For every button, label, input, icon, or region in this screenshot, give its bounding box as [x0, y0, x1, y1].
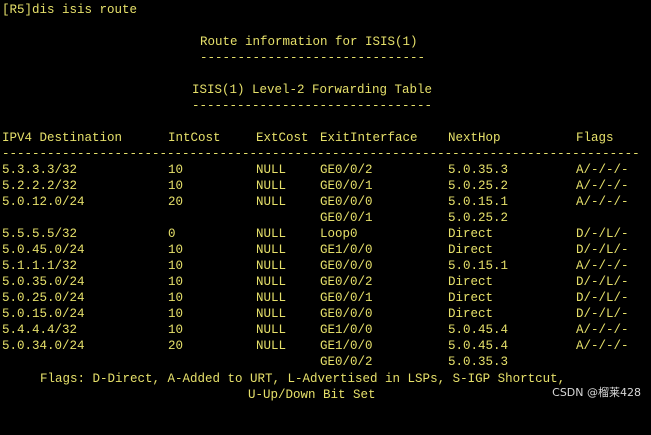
cell-nexthop: 5.0.35.3 — [448, 163, 509, 177]
header-nexthop: NextHop — [448, 131, 501, 145]
cell-intcost: 10 — [168, 243, 184, 257]
cell-flags: A/-/-/- — [576, 339, 629, 353]
cell-nexthop: Direct — [448, 275, 494, 289]
cell-extcost: NULL — [256, 291, 287, 305]
cell-intcost: 10 — [168, 259, 184, 273]
header-intcost: IntCost — [168, 131, 221, 145]
cell-destination: 5.0.12.0/24 — [2, 195, 85, 209]
cell-flags: A/-/-/- — [576, 163, 629, 177]
cell-intcost: 10 — [168, 179, 184, 193]
cell-nexthop: 5.0.35.3 — [448, 355, 509, 369]
cell-exitinterface: GE0/0/2 — [320, 355, 373, 369]
header-extcost: ExtCost — [256, 131, 309, 145]
legend-line-2: U-Up/Down Bit Set — [0, 387, 376, 403]
forwarding-table-title: ISIS(1) Level-2 Forwarding Table — [192, 83, 433, 97]
cell-destination: 5.0.35.0/24 — [2, 275, 85, 289]
cell-exitinterface: GE0/0/1 — [320, 291, 373, 305]
terminal-window[interactable]: [R5]dis isis route Route information for… — [0, 0, 651, 408]
cell-destination: 5.0.25.0/24 — [2, 291, 85, 305]
cell-destination: 5.1.1.1/32 — [2, 259, 78, 273]
flags-legend-2: U-Up/Down Bit Set — [248, 388, 376, 402]
prompt-command: [R5]dis isis route — [2, 3, 138, 17]
cell-nexthop: 5.0.45.4 — [448, 323, 509, 337]
flags-legend-1: Flags: D-Direct, A-Added to URT, L-Adver… — [40, 372, 566, 386]
header-flags: Flags — [576, 131, 614, 145]
cell-intcost: 20 — [168, 339, 184, 353]
cell-extcost: NULL — [256, 259, 287, 273]
cell-intcost: 10 — [168, 163, 184, 177]
header-exitinterface: ExitInterface — [320, 131, 418, 145]
cell-exitinterface: GE0/0/0 — [320, 307, 373, 321]
cell-nexthop: 5.0.15.1 — [448, 195, 509, 209]
cell-intcost: 20 — [168, 195, 184, 209]
cell-exitinterface: GE0/0/1 — [320, 179, 373, 193]
cell-flags: D/-/L/- — [576, 307, 629, 321]
cell-exitinterface: GE1/0/0 — [320, 323, 373, 337]
cell-exitinterface: GE0/0/2 — [320, 275, 373, 289]
cell-extcost: NULL — [256, 179, 287, 193]
output-title-rule: ------------------------------ — [0, 50, 425, 66]
cell-extcost: NULL — [256, 339, 287, 353]
subtitle-rule: -------------------------------- — [192, 99, 433, 113]
cell-destination: 5.0.34.0/24 — [2, 339, 85, 353]
cell-intcost: 10 — [168, 323, 184, 337]
cell-destination: 5.4.4.4/32 — [2, 323, 78, 337]
cell-nexthop: 5.0.25.2 — [448, 211, 509, 225]
cell-intcost: 0 — [168, 227, 176, 241]
cell-nexthop: Direct — [448, 307, 494, 321]
cell-flags: A/-/-/- — [576, 195, 629, 209]
cell-exitinterface: GE0/0/0 — [320, 195, 373, 209]
output-title: Route information for ISIS(1) — [0, 34, 418, 50]
cell-extcost: NULL — [256, 275, 287, 289]
cell-nexthop: Direct — [448, 243, 494, 257]
cell-flags: A/-/-/- — [576, 179, 629, 193]
cell-intcost: 10 — [168, 307, 184, 321]
cell-extcost: NULL — [256, 323, 287, 337]
output-subtitle-rule: -------------------------------- — [0, 98, 432, 114]
cell-extcost: NULL — [256, 163, 287, 177]
header-rule-line: ----------------------------------------… — [0, 146, 640, 162]
cell-exitinterface: Loop0 — [320, 227, 358, 241]
table-header: IPV4 Destination IntCost ExtCost ExitInt… — [0, 130, 614, 146]
cell-nexthop: 5.0.25.2 — [448, 179, 509, 193]
csdn-watermark: CSDN @榴莱428 — [552, 386, 641, 399]
cell-extcost: NULL — [256, 243, 287, 257]
cell-extcost: NULL — [256, 227, 287, 241]
cell-exitinterface: GE0/0/2 — [320, 163, 373, 177]
cell-flags: D/-/L/- — [576, 275, 629, 289]
header-destination: IPV4 Destination — [2, 131, 123, 145]
cell-intcost: 10 — [168, 291, 184, 305]
cell-extcost: NULL — [256, 195, 287, 209]
cell-exitinterface: GE1/0/0 — [320, 243, 373, 257]
cell-nexthop: Direct — [448, 291, 494, 305]
cell-exitinterface: GE1/0/0 — [320, 339, 373, 353]
command-line: [R5]dis isis route — [0, 2, 137, 18]
cell-flags: D/-/L/- — [576, 243, 629, 257]
cell-flags: A/-/-/- — [576, 259, 629, 273]
output-subtitle: ISIS(1) Level-2 Forwarding Table — [0, 82, 432, 98]
cell-flags: D/-/L/- — [576, 227, 629, 241]
cell-destination: 5.0.45.0/24 — [2, 243, 85, 257]
cell-nexthop: 5.0.15.1 — [448, 259, 509, 273]
cell-destination: 5.0.15.0/24 — [2, 307, 85, 321]
cell-destination: 5.3.3.3/32 — [2, 163, 78, 177]
route-info-title: Route information for ISIS(1) — [200, 35, 418, 49]
cell-flags: A/-/-/- — [576, 323, 629, 337]
cell-extcost: NULL — [256, 307, 287, 321]
cell-destination: 5.5.5.5/32 — [2, 227, 78, 241]
cell-nexthop: 5.0.45.4 — [448, 339, 509, 353]
cell-flags: D/-/L/- — [576, 291, 629, 305]
legend-line-1: Flags: D-Direct, A-Added to URT, L-Adver… — [0, 371, 565, 387]
cell-intcost: 10 — [168, 275, 184, 289]
cell-exitinterface: GE0/0/1 — [320, 211, 373, 225]
cell-nexthop: Direct — [448, 227, 494, 241]
cell-destination: 5.2.2.2/32 — [2, 179, 78, 193]
header-rule: ----------------------------------------… — [2, 147, 638, 161]
title-rule: ------------------------------ — [200, 51, 426, 65]
cell-exitinterface: GE0/0/0 — [320, 259, 373, 273]
